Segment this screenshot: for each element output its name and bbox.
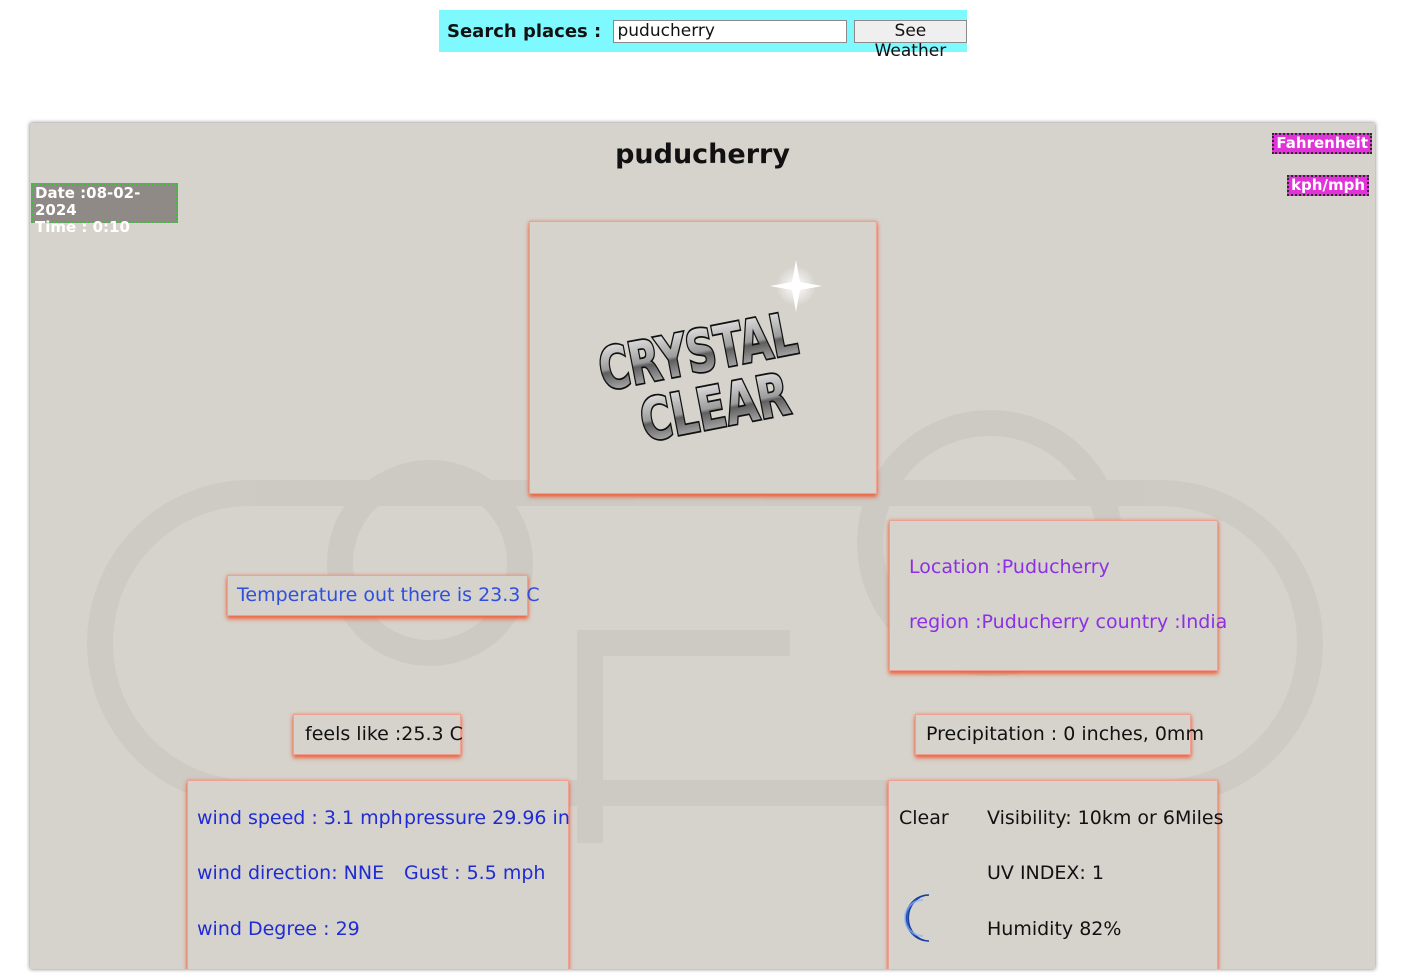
uv-index-text: UV INDEX: 1 [987,862,1104,884]
region-text: region :Puducherry country :India [909,611,1228,633]
date-text: Date :08-02-2024 [35,184,141,219]
weather-panel: puducherry Date :08-02-2024 Time : 0:10 … [30,123,1375,969]
temperature-card: Temperature out there is 23.3 C [227,575,540,616]
condition-text: Clear [899,807,949,829]
condition-image-card: CRYSTAL CLEAR [529,221,877,494]
conditions-card: Clear Visibility: 10km or 6Miles UV INDE… [888,780,1224,969]
wind-card: wind speed : 3.1 mph pressure 29.96 in w… [187,780,570,969]
search-label: Search places : [447,20,608,42]
location-text: Location :Puducherry [909,556,1110,578]
pressure-text: pressure 29.96 in [404,807,570,829]
crystal-clear-logo: CRYSTAL CLEAR [591,260,822,457]
date-time-box: Date :08-02-2024 Time : 0:10 [31,183,178,236]
precipitation-card: Precipitation : 0 inches, 0mm [915,714,1204,755]
search-input[interactable] [613,19,847,43]
gust-text: Gust : 5.5 mph [404,862,546,884]
wind-degree-text: wind Degree : 29 [197,918,360,940]
humidity-text: Humidity 82% [987,918,1122,940]
speed-unit-button[interactable]: kph/mph [1287,175,1369,196]
location-card: Location :Puducherry region :Puducherry … [889,520,1227,671]
moon-icon [904,894,930,942]
time-text: Time : 0:10 [35,218,130,236]
visibility-text: Visibility: 10km or 6Miles [987,807,1224,829]
fahrenheit-button[interactable]: Fahrenheit [1272,133,1372,154]
city-title: puducherry [615,139,790,170]
wind-direction-text: wind direction: NNE [197,862,385,884]
see-weather-button[interactable]: See Weather [853,19,967,61]
wind-speed-text: wind speed : 3.1 mph [197,807,403,829]
search-bar: Search places : See Weather [439,10,967,61]
feels-like-card: feels like :25.3 C [293,714,463,755]
